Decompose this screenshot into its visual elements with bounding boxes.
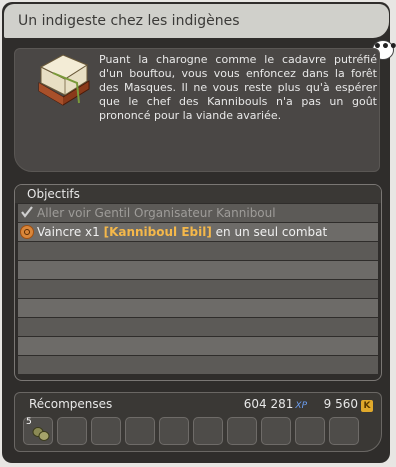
empty-objective-row <box>18 356 378 374</box>
monster-link[interactable]: [Kanniboul Ebil] <box>104 225 212 239</box>
combat-icon <box>20 225 34 239</box>
reward-slots: 5 <box>23 417 373 445</box>
reward-slot[interactable] <box>57 417 87 445</box>
objectives-box: Objectifs Aller voir Gentil Organisateur… <box>14 184 382 381</box>
quest-title: Un indigeste chez les indigènes <box>18 13 240 29</box>
objectives-header: Objectifs <box>15 185 381 203</box>
reward-slot[interactable] <box>261 417 291 445</box>
reward-slot[interactable] <box>227 417 257 445</box>
objective-suffix: en un seul combat <box>211 225 328 239</box>
reward-kamas: 9 560 K <box>324 397 373 412</box>
reward-xp-value: 604 281 <box>243 397 294 411</box>
empty-objective-row <box>18 280 378 298</box>
seed-item-icon <box>32 427 50 441</box>
quest-description-box: Puant la charogne comme le cadavre putré… <box>14 48 380 172</box>
kamas-icon: K <box>361 400 373 412</box>
quest-description: Puant la charogne comme le cadavre putré… <box>99 53 377 122</box>
reward-slot[interactable]: 5 <box>23 417 53 445</box>
objective-item: Vaincre x1 [Kanniboul Ebil] en un seul c… <box>18 223 378 241</box>
reward-xp: 604 281 XP <box>244 397 307 411</box>
reward-slot[interactable] <box>295 417 325 445</box>
reward-slot[interactable] <box>193 417 223 445</box>
rewards-title: Récompenses <box>29 397 113 411</box>
reward-slot[interactable] <box>125 417 155 445</box>
quest-title-bar: Un indigeste chez les indigènes <box>4 4 389 38</box>
reward-slot[interactable] <box>159 417 189 445</box>
empty-objective-row <box>18 318 378 336</box>
reward-slot[interactable] <box>91 417 121 445</box>
empty-objective-row <box>18 261 378 279</box>
rewards-box: Récompenses 604 281 XP 9 560 K 5 <box>14 392 382 452</box>
objective-prefix: Vaincre x1 <box>37 225 104 239</box>
reward-quantity: 5 <box>26 417 32 427</box>
empty-objective-row <box>18 242 378 260</box>
reward-slot[interactable] <box>329 417 359 445</box>
objective-label: Aller voir Gentil Organisateur Kanniboul <box>37 206 276 220</box>
book-icon <box>38 54 90 106</box>
xp-icon: XP <box>295 401 307 411</box>
objective-item: Aller voir Gentil Organisateur Kanniboul <box>18 204 378 222</box>
empty-objective-row <box>18 299 378 317</box>
empty-objective-row <box>18 337 378 355</box>
reward-kamas-value: 9 560 <box>323 397 358 411</box>
check-icon <box>21 206 33 218</box>
